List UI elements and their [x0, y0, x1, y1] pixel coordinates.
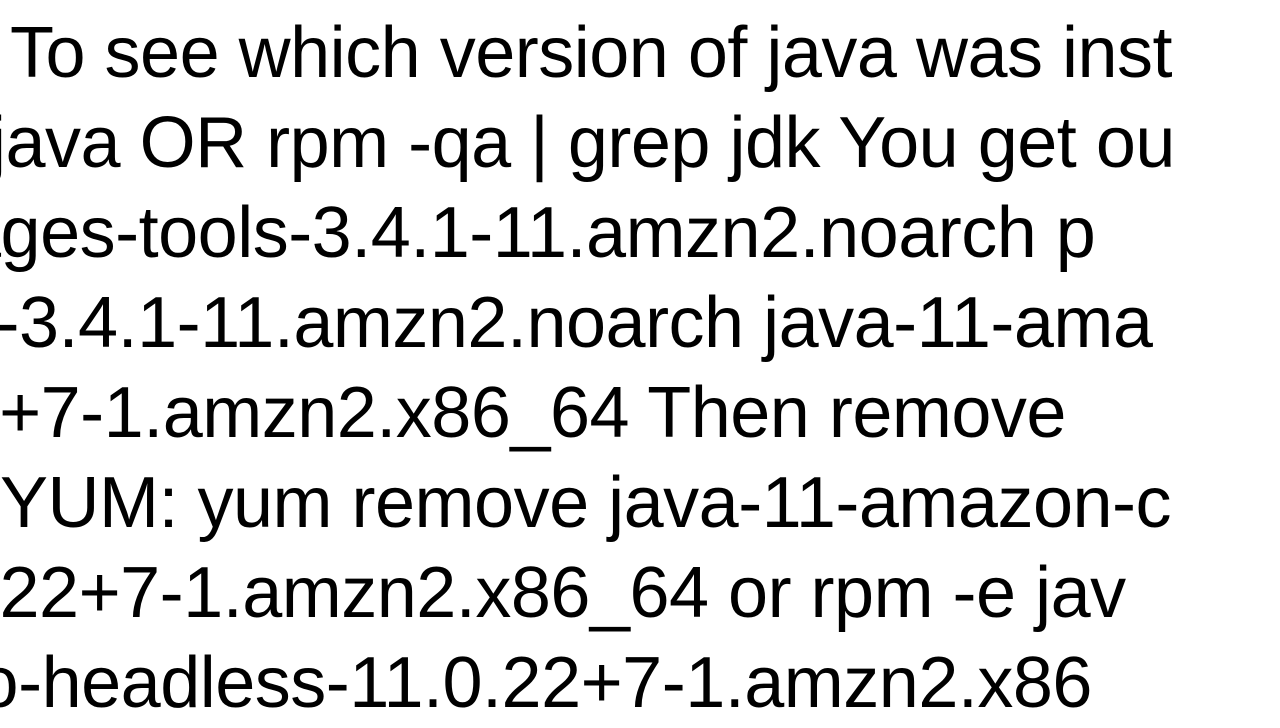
text-line-7: .22+7-1.amzn2.x86_64 or rpm -e jav: [0, 548, 1126, 638]
text-line-5: 22+7-1.amzn2.x86_64 Then remove: [0, 368, 1066, 458]
text-line-2: java OR rpm -qa | grep jdk You get ou: [0, 98, 1175, 188]
text-line-6: YUM: yum remove java-11-amazon-c: [0, 458, 1171, 548]
text-line-3: ckages-tools-3.4.1-11.amzn2.noarch p: [0, 188, 1095, 278]
text-line-1: To see which version of java was inst: [10, 8, 1172, 98]
text-line-8: etto-headless-11.0.22+7-1.amzn2.x86: [0, 638, 1092, 728]
text-line-4: s-3.4.1-11.amzn2.noarch java-11-ama: [0, 278, 1152, 368]
